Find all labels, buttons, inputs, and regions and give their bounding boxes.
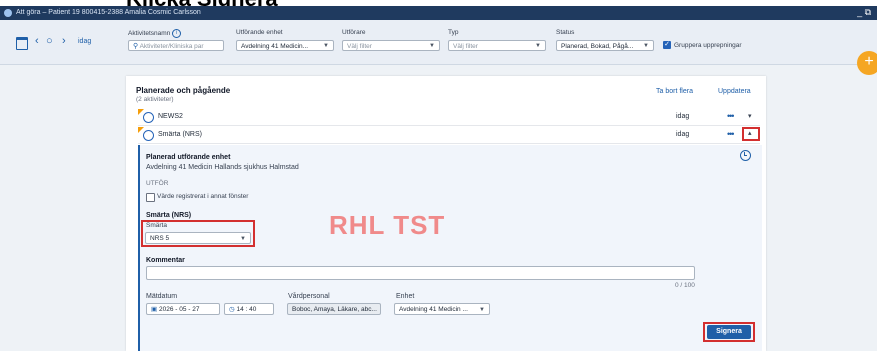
- performed-section-label: UTFÖR: [146, 180, 169, 187]
- comment-input[interactable]: [146, 266, 695, 280]
- planned-unit-value: Avdelning 41 Medicin Hallands sjukhus Ha…: [146, 164, 299, 171]
- chevron-down-icon: ▼: [240, 236, 246, 242]
- chevron-down-icon: ▼: [643, 43, 649, 49]
- collapse-row-button[interactable]: ▴: [748, 129, 752, 137]
- comment-counter: 0 / 100: [675, 282, 695, 289]
- activity-status-circle[interactable]: [143, 112, 154, 123]
- comment-label: Kommentar: [146, 257, 185, 264]
- calendar-icon: ▣: [151, 306, 158, 313]
- type-label: Typ: [448, 29, 459, 36]
- measure-date-label: Mätdatum: [146, 293, 178, 300]
- activity-name: Smärta (NRS): [158, 131, 202, 138]
- activity-date: idag: [676, 113, 690, 120]
- info-icon[interactable]: i: [172, 29, 182, 38]
- app-titlebar: Att göra – Patient 19 800415-2388 Amalia…: [0, 6, 877, 20]
- status-select[interactable]: Planerad, Bokad, Pågå... ▼: [556, 40, 654, 51]
- measure-date-input[interactable]: ▣ 2026 - 05 - 27: [146, 303, 220, 315]
- activity-detail-form: [138, 145, 762, 351]
- activity-row-news2[interactable]: [138, 109, 760, 126]
- add-activity-button[interactable]: +: [857, 51, 877, 75]
- clock-icon: ◷: [229, 306, 235, 313]
- next-day-button[interactable]: ›: [62, 35, 66, 47]
- previous-day-button[interactable]: ‹: [35, 35, 39, 47]
- activity-name-label: Aktivitetsnamn i: [128, 29, 182, 38]
- unit-select[interactable]: Avdelning 41 Medicin ... ▼: [394, 303, 490, 315]
- chevron-down-icon: ▼: [323, 43, 329, 49]
- window-title: Att göra – Patient 19 800415-2388 Amalia…: [16, 9, 201, 16]
- group-repeats-checkbox[interactable]: ✓: [663, 41, 671, 49]
- type-select[interactable]: Välj filter ▼: [448, 40, 546, 51]
- activity-status-circle[interactable]: [143, 130, 154, 141]
- today-link[interactable]: idag: [78, 38, 91, 45]
- unit-label: Enhet: [396, 293, 415, 300]
- pain-label: Smärta: [146, 222, 167, 229]
- panel-title: Planerade och pågående: [136, 86, 231, 95]
- pain-select[interactable]: NRS 5 ▼: [145, 232, 251, 244]
- status-label: Status: [556, 29, 575, 36]
- activity-name-search-input[interactable]: ⚲ Aktiviteter/Kliniska par: [128, 40, 224, 51]
- registered-elsewhere-checkbox[interactable]: [146, 193, 155, 202]
- planned-unit-label: Planerad utförande enhet: [146, 154, 231, 161]
- activity-row-smarta[interactable]: [138, 127, 760, 144]
- care-staff-field[interactable]: Boboc, Amaya, Läkare, abc...: [287, 303, 381, 315]
- executing-unit-label: Utförande enhet: [236, 29, 283, 36]
- group-repeats-label: Gruppera upprepningar: [674, 42, 742, 49]
- pain-section-title: Smärta (NRS): [146, 212, 192, 219]
- environment-watermark: RHL TST: [329, 210, 446, 240]
- performer-select[interactable]: Välj filter ▼: [342, 40, 440, 51]
- measure-time-input[interactable]: ◷ 14 : 40: [224, 303, 274, 315]
- care-staff-label: Vårdpersonal: [288, 293, 330, 300]
- window-controls[interactable]: _ ⧉: [857, 7, 871, 18]
- registered-elsewhere-label: Värde registrerat i annat fönster: [157, 193, 249, 200]
- chevron-down-icon: ▼: [535, 43, 541, 49]
- more-options-icon[interactable]: •••: [727, 111, 735, 121]
- chevron-down-icon: ▼: [429, 43, 435, 49]
- update-link[interactable]: Uppdatera: [718, 88, 751, 95]
- performer-label: Utförare: [342, 29, 366, 36]
- more-options-icon[interactable]: •••: [727, 129, 735, 139]
- panel-subtitle: (2 aktiviteter): [136, 96, 174, 103]
- executing-unit-select[interactable]: Avdelning 41 Medicin... ▼: [236, 40, 334, 51]
- activity-date: idag: [676, 131, 690, 138]
- calendar-icon[interactable]: [16, 37, 28, 50]
- history-icon[interactable]: [740, 150, 751, 161]
- expand-row-button[interactable]: ▾: [748, 112, 752, 120]
- activity-name: NEWS2: [158, 113, 183, 120]
- today-circle-button[interactable]: ○: [46, 35, 53, 47]
- chevron-down-icon: ▼: [479, 307, 485, 313]
- app-logo-icon: [4, 9, 12, 17]
- remove-many-link[interactable]: Ta bort flera: [656, 88, 693, 95]
- sign-button[interactable]: Signera: [707, 325, 751, 339]
- search-icon: ⚲: [133, 43, 139, 50]
